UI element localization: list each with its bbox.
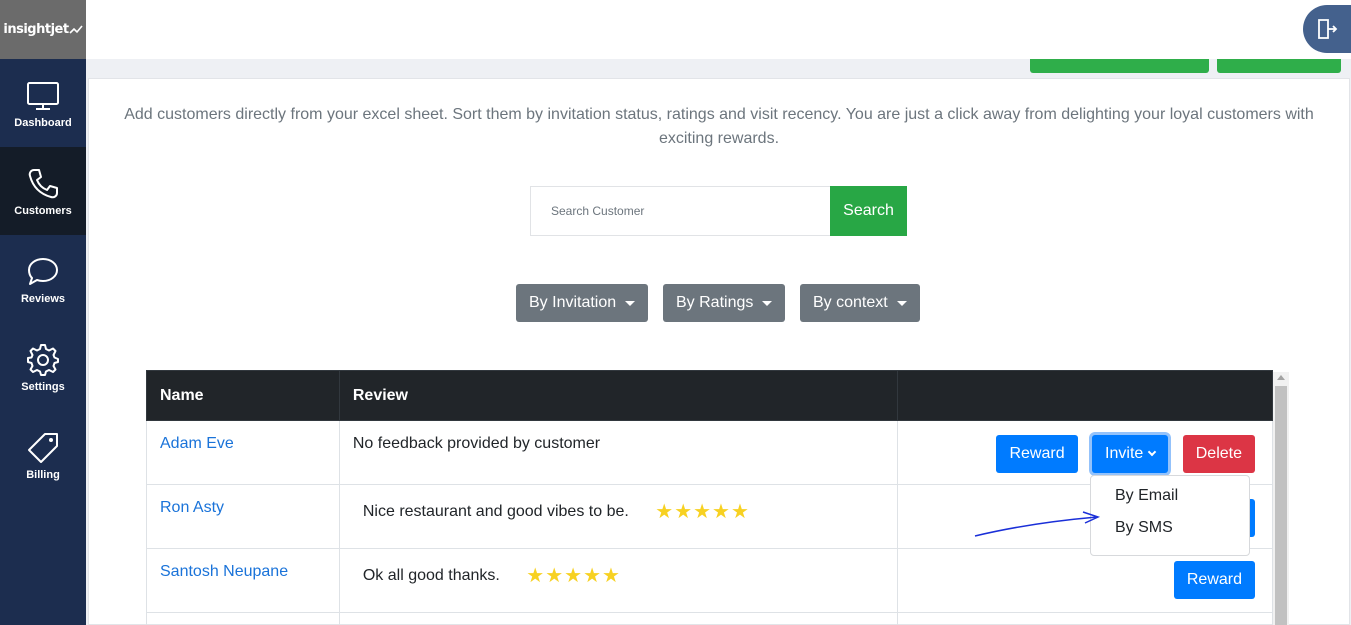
sidebar-item-label: Dashboard — [14, 116, 72, 129]
filter-label: By context — [813, 294, 888, 311]
filter-by-ratings[interactable]: By Ratings — [663, 284, 786, 322]
trend-icon — [69, 24, 83, 34]
sidebar-item-billing[interactable]: Billing — [0, 411, 86, 499]
monitor-icon — [27, 81, 59, 110]
caret-down-icon — [762, 300, 773, 306]
table-scrollbar[interactable] — [1273, 372, 1289, 625]
star-rating-icon: ★★★★★ — [655, 501, 750, 523]
reward-label: Reward — [1186, 571, 1242, 588]
review-text: Ok all good thanks. — [362, 567, 500, 584]
invite-option-email[interactable]: By Email — [1091, 480, 1249, 512]
invite-button[interactable]: Invite — [1092, 435, 1169, 473]
sidebar-item-label: Settings — [21, 380, 65, 393]
star-rating-icon: ★★★★★ — [526, 565, 621, 587]
delete-label: Delete — [1195, 445, 1242, 462]
column-header-name: Name — [146, 370, 340, 421]
logout-icon — [1318, 19, 1338, 39]
review-text: No feedback provided by customer — [338, 420, 899, 485]
customer-name-link[interactable]: Adam Eve — [146, 420, 340, 485]
sidebar-item-dashboard[interactable]: Dashboard — [0, 59, 86, 147]
brand-logo[interactable]: insightjet — [0, 0, 86, 59]
search-bar: Search — [530, 186, 907, 236]
caret-down-icon — [625, 300, 636, 306]
filter-label: By Invitation — [529, 294, 617, 311]
sidebar-item-label: Billing — [26, 468, 60, 481]
search-input[interactable] — [530, 186, 830, 236]
intro-text: Add customers directly from your excel s… — [124, 106, 1314, 147]
delete-button[interactable]: Delete — [1182, 435, 1255, 473]
reward-button[interactable]: Reward — [996, 435, 1078, 473]
logout-button[interactable] — [1303, 5, 1351, 53]
table-row: Santosh Neupane Ok all good thanks. ★★★★… — [146, 548, 1273, 613]
customers-card: Add customers directly from your excel s… — [88, 78, 1350, 625]
chat-bubble-icon — [28, 257, 58, 285]
table-cell — [897, 612, 1273, 625]
table-header-row: Name Review — [146, 370, 1273, 421]
column-header-actions — [897, 370, 1273, 421]
action-button-partial[interactable] — [1217, 59, 1341, 73]
filter-by-context[interactable]: By context — [800, 284, 920, 322]
invite-option-sms[interactable]: By SMS — [1091, 512, 1249, 544]
brand-name: insightjet — [3, 22, 69, 37]
tag-icon — [28, 432, 58, 463]
table-cell — [338, 612, 899, 625]
review-text: Nice restaurant and good vibes to be. — [362, 503, 629, 520]
invite-dropdown-menu: By Email By SMS — [1090, 475, 1250, 556]
chevron-down-icon — [1148, 447, 1157, 457]
row-actions: Reward — [897, 548, 1273, 613]
sidebar-item-label: Customers — [14, 204, 72, 217]
filter-by-invitation[interactable]: By Invitation — [516, 284, 649, 322]
phone-icon — [28, 168, 58, 198]
sidebar-item-label: Reviews — [20, 292, 66, 305]
customer-name-link[interactable]: Santosh Neupane — [146, 548, 340, 613]
review-cell: Ok all good thanks. ★★★★★ — [338, 548, 899, 613]
scroll-up-arrow-icon[interactable] — [1277, 375, 1285, 380]
search-button[interactable]: Search — [830, 186, 907, 236]
sidebar: insightjet Dashboard Customers Reviews S… — [0, 0, 86, 625]
action-button-partial[interactable] — [1030, 59, 1209, 73]
sidebar-item-reviews[interactable]: Reviews — [0, 235, 86, 323]
customer-name-link[interactable]: Ron Asty — [146, 484, 340, 549]
sidebar-item-settings[interactable]: Settings — [0, 323, 86, 411]
sidebar-item-customers[interactable]: Customers — [0, 147, 86, 235]
scrollbar-thumb[interactable] — [1275, 386, 1287, 625]
caret-down-icon — [896, 300, 907, 306]
column-header-review: Review — [338, 370, 899, 421]
table-cell — [146, 612, 340, 625]
gear-icon — [27, 343, 59, 376]
invite-label: Invite — [1105, 445, 1144, 462]
table-row — [146, 612, 1273, 625]
reward-button[interactable]: Reward — [1173, 561, 1255, 599]
top-bar — [86, 0, 1351, 59]
review-cell: Nice restaurant and good vibes to be. ★★… — [338, 484, 899, 549]
filter-label: By Ratings — [676, 294, 754, 311]
reward-label: Reward — [1009, 445, 1065, 462]
